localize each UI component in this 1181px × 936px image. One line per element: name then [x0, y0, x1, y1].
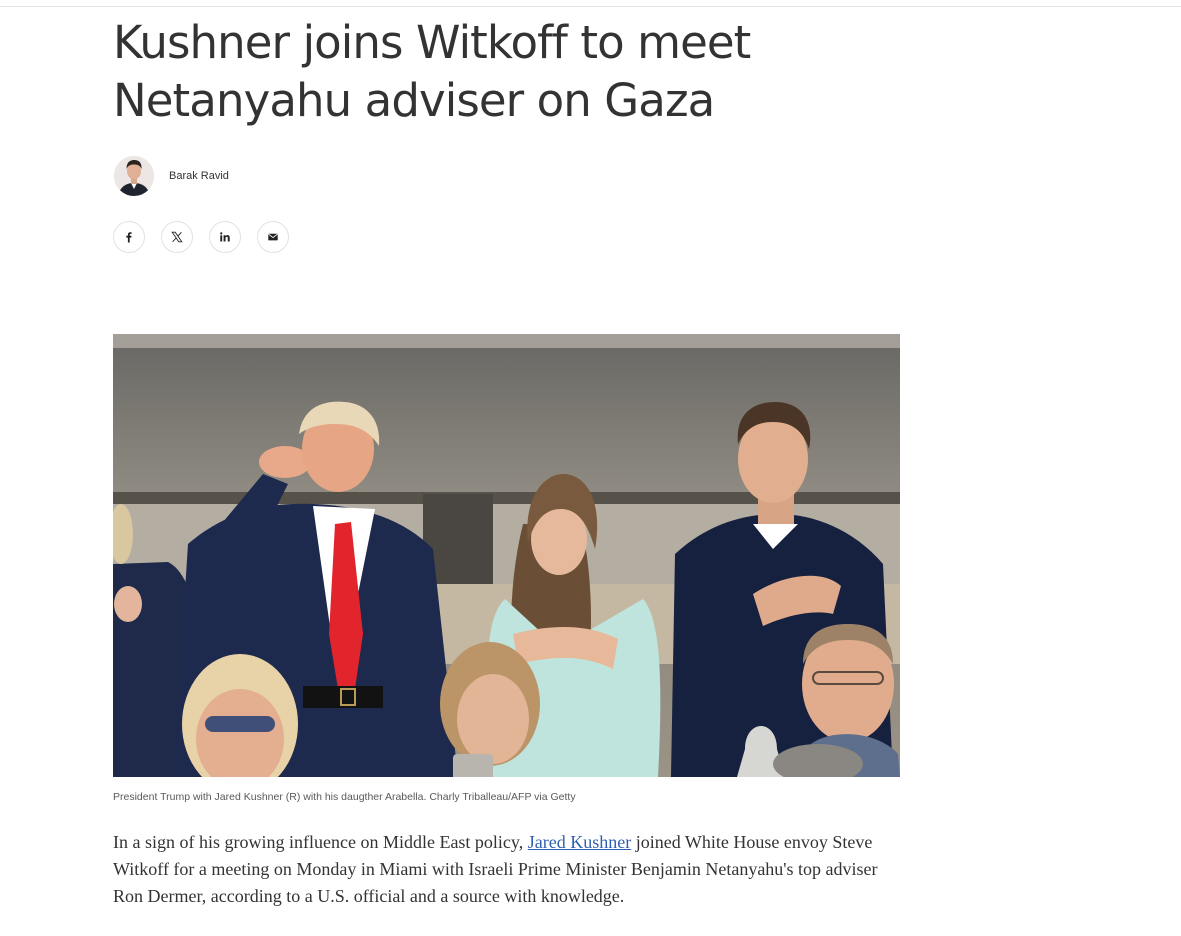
share-facebook-button[interactable] — [113, 221, 145, 253]
article-hero-image — [113, 334, 900, 777]
article-photo — [113, 334, 900, 777]
share-email-button[interactable] — [257, 221, 289, 253]
author-name[interactable]: Barak Ravid — [169, 170, 229, 182]
x-icon — [171, 231, 183, 243]
author-portrait-icon — [114, 156, 154, 196]
mail-icon — [268, 233, 278, 241]
share-linkedin-button[interactable] — [209, 221, 241, 253]
jared-kushner-link[interactable]: Jared Kushner — [528, 832, 631, 852]
share-buttons — [113, 221, 289, 253]
lead-text-before: In a sign of his growing influence on Mi… — [113, 832, 528, 852]
share-x-button[interactable] — [161, 221, 193, 253]
byline: Barak Ravid — [114, 156, 229, 196]
article-headline: Kushner joins Witkoff to meet Netanyahu … — [113, 16, 751, 127]
linkedin-icon — [220, 232, 230, 242]
image-caption: President Trump with Jared Kushner (R) w… — [113, 791, 576, 803]
article-lead-paragraph: In a sign of his growing influence on Mi… — [113, 829, 903, 910]
facebook-icon — [126, 232, 132, 243]
author-avatar[interactable] — [114, 156, 154, 196]
top-divider — [0, 6, 1181, 7]
